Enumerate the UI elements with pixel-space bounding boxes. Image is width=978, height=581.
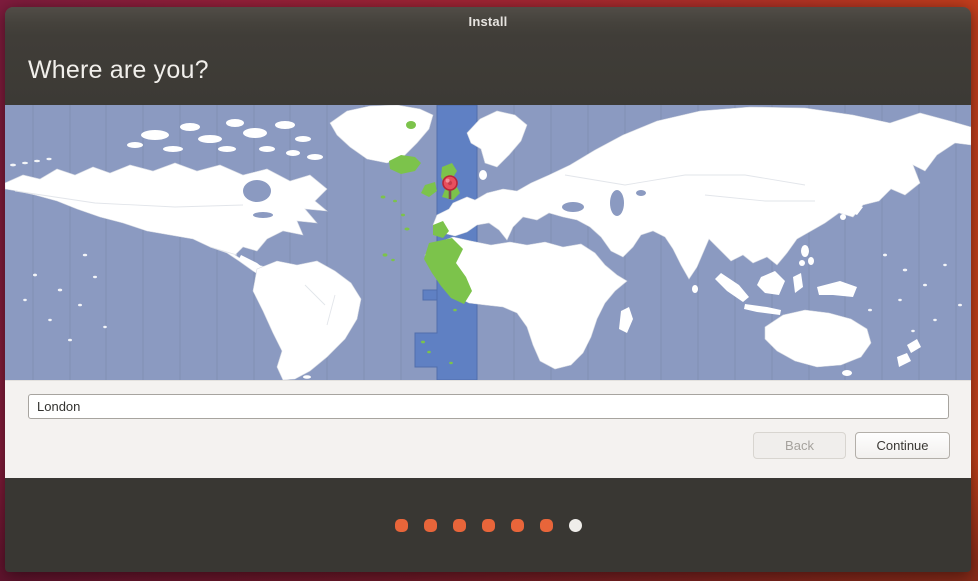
continue-button[interactable]: Continue (855, 432, 950, 459)
timezone-map[interactable] (5, 105, 971, 380)
progress-footer (5, 478, 971, 572)
progress-dot (453, 519, 466, 532)
location-form: Back Continue (5, 380, 971, 478)
progress-dots (395, 519, 582, 532)
progress-dot (511, 519, 524, 532)
progress-dot-current (569, 519, 582, 532)
progress-dot (482, 519, 495, 532)
location-input[interactable] (28, 394, 949, 419)
page-title: Where are you? (28, 56, 209, 85)
progress-dot (424, 519, 437, 532)
page-header: Where are you? (5, 36, 971, 105)
window-title: Install (469, 14, 508, 29)
action-buttons: Back Continue (753, 432, 950, 459)
installer-window: Install Where are you? (5, 7, 971, 572)
progress-dot (395, 519, 408, 532)
window-titlebar[interactable]: Install (5, 7, 971, 36)
back-button[interactable]: Back (753, 432, 846, 459)
world-map-image (5, 105, 971, 380)
progress-dot (540, 519, 553, 532)
